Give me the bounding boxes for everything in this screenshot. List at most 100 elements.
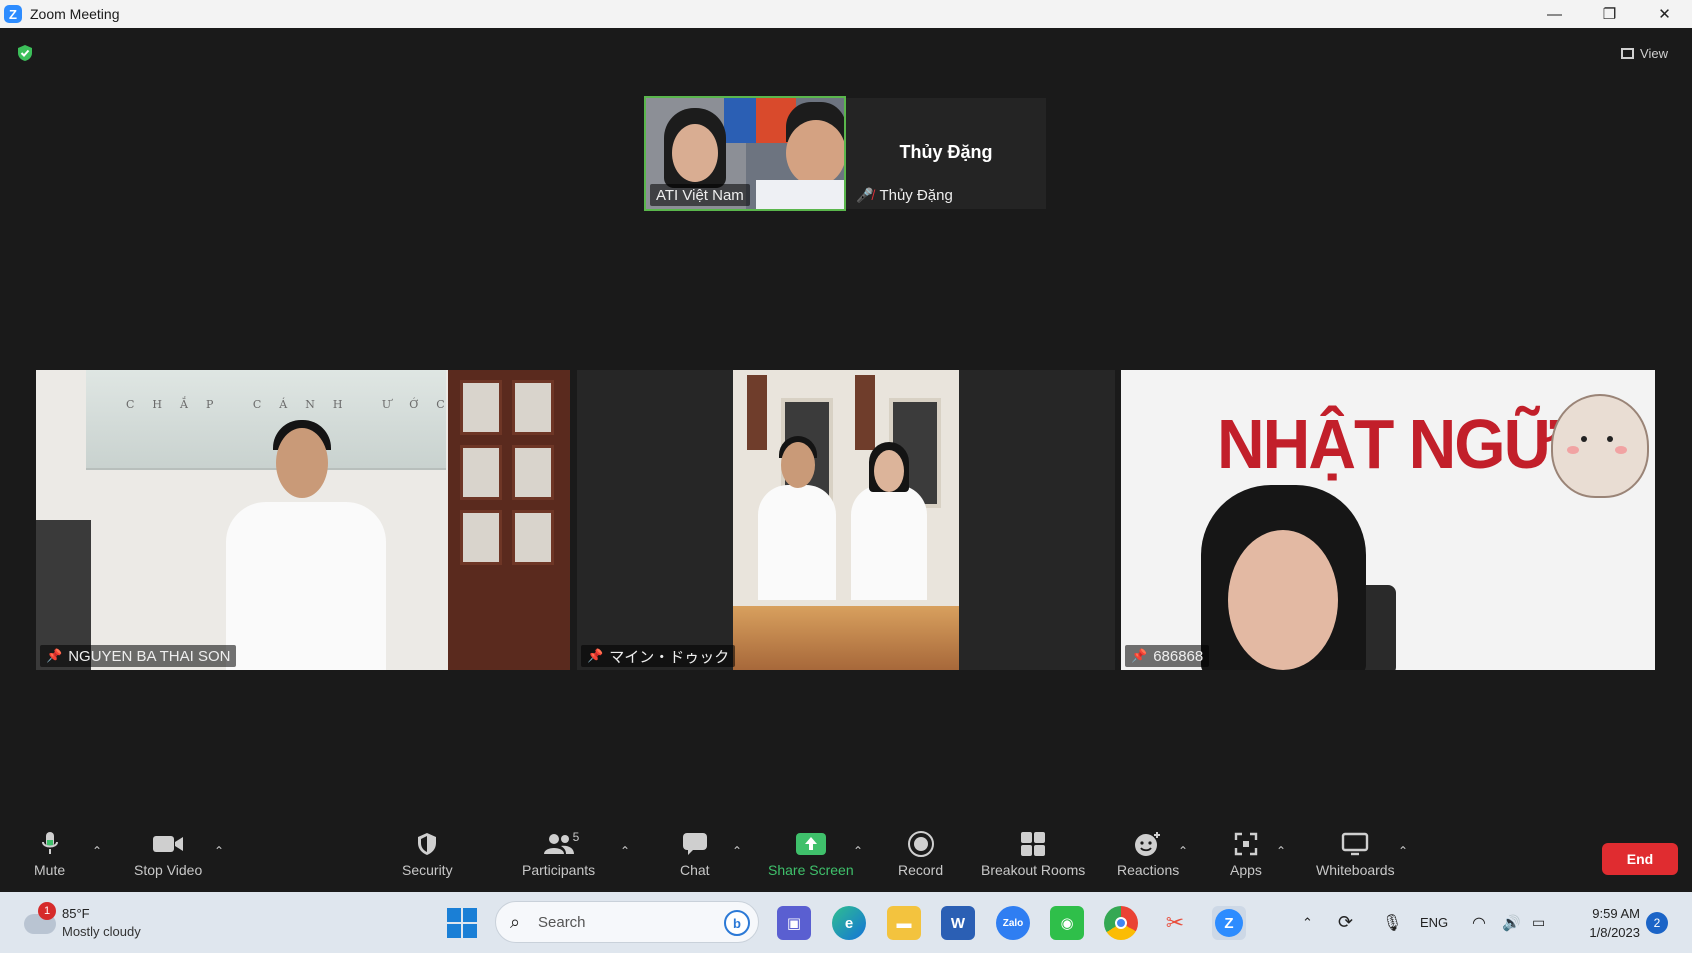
chat-button[interactable]: Chat bbox=[680, 830, 710, 884]
line-app-icon[interactable]: ◉ bbox=[1050, 906, 1084, 940]
bing-icon[interactable]: b bbox=[724, 910, 750, 936]
video-tile-main-duc[interactable]: 📌 マイン・ドゥック bbox=[577, 370, 1115, 670]
security-label: Security bbox=[402, 862, 453, 878]
participants-count: 5 bbox=[572, 830, 580, 844]
video-tile-686868[interactable]: NHẬT NGỮ 📌 686868 bbox=[1121, 370, 1655, 670]
mic-muted-icon: 🎤̸ bbox=[856, 186, 874, 203]
background-glass-sign bbox=[86, 370, 446, 470]
security-button[interactable]: Security bbox=[402, 830, 453, 884]
security-shield-icon bbox=[416, 830, 438, 858]
reactions-label: Reactions bbox=[1117, 862, 1180, 878]
participant-name: NGUYEN BA THAI SON bbox=[68, 647, 231, 665]
clock-date: 1/8/2023 bbox=[1589, 925, 1640, 940]
view-label: View bbox=[1640, 45, 1668, 61]
view-button[interactable]: View bbox=[1611, 40, 1678, 66]
participant-name: Thủy Đặng bbox=[879, 186, 953, 204]
participant-name-tag: 📌 686868 bbox=[1125, 645, 1210, 667]
participant-display-name: Thủy Đặng bbox=[899, 142, 993, 162]
wifi-icon[interactable]: ◠ bbox=[1472, 892, 1486, 953]
participant-name: マイン・ドゥック bbox=[609, 648, 730, 666]
participants-button[interactable]: 5 Participants bbox=[522, 830, 595, 884]
stop-video-button[interactable]: Stop Video bbox=[134, 830, 202, 884]
window-controls: — ❐ ✕ bbox=[1527, 0, 1692, 28]
share-screen-button[interactable]: Share Screen bbox=[768, 830, 854, 884]
window-title: Zoom Meeting bbox=[30, 6, 120, 22]
chrome-icon[interactable] bbox=[1104, 906, 1138, 940]
battery-icon[interactable]: ▭ bbox=[1532, 892, 1545, 953]
wall-scroll bbox=[855, 375, 875, 450]
edge-browser-icon[interactable]: e bbox=[832, 906, 866, 940]
video-options-caret-icon[interactable]: ⌃ bbox=[214, 844, 224, 858]
windows-start-icon[interactable] bbox=[447, 908, 477, 938]
wooden-table bbox=[733, 606, 959, 670]
person-shirt bbox=[226, 502, 386, 670]
participant-name-tag: 🎤̸ Thủy Đặng bbox=[850, 184, 959, 206]
end-meeting-button[interactable]: End bbox=[1602, 843, 1678, 875]
background-brand-text: NHẬT NGỮ bbox=[1217, 405, 1558, 483]
reactions-options-caret-icon[interactable]: ⌃ bbox=[1178, 844, 1188, 858]
sync-icon[interactable]: ⟳ bbox=[1338, 892, 1353, 953]
chat-options-caret-icon[interactable]: ⌃ bbox=[732, 844, 742, 858]
zoom-meeting-window: Z Zoom Meeting — ❐ ✕ View ATI Việt Nam T… bbox=[0, 0, 1692, 953]
zoom-taskbar-icon[interactable]: Z bbox=[1212, 906, 1246, 940]
breakout-rooms-button[interactable]: Breakout Rooms bbox=[981, 830, 1085, 884]
teams-chat-icon[interactable]: ▣ bbox=[777, 906, 811, 940]
mute-button[interactable]: Mute bbox=[34, 830, 65, 884]
wall-scroll bbox=[747, 375, 767, 450]
file-explorer-icon[interactable]: ▬ bbox=[887, 906, 921, 940]
windows-taskbar: 1 85°F Mostly cloudy ⌕ Search b ▣ e ▬ W … bbox=[0, 892, 1692, 953]
whiteboards-button[interactable]: Whiteboards bbox=[1316, 830, 1395, 884]
background-door bbox=[448, 370, 570, 670]
show-hidden-icons-caret-icon[interactable]: ⌃ bbox=[1302, 892, 1313, 953]
share-screen-label: Share Screen bbox=[768, 862, 854, 878]
video-thumbnail-thuy[interactable]: Thủy Đặng 🎤̸ Thủy Đặng bbox=[846, 98, 1046, 209]
audio-options-caret-icon[interactable]: ⌃ bbox=[92, 844, 102, 858]
chat-label: Chat bbox=[680, 862, 710, 878]
person-shirt bbox=[851, 485, 927, 600]
apps-button[interactable]: Apps bbox=[1230, 830, 1262, 884]
snipping-tool-icon[interactable]: ✂ bbox=[1158, 906, 1192, 940]
share-options-caret-icon[interactable]: ⌃ bbox=[853, 844, 863, 858]
person-head bbox=[874, 450, 904, 492]
chat-bubble-icon bbox=[682, 830, 708, 858]
system-clock[interactable]: 9:59 AM 1/8/2023 bbox=[1568, 904, 1640, 942]
restore-button[interactable]: ❐ bbox=[1582, 0, 1637, 28]
video-thumbnail-ati[interactable]: ATI Việt Nam bbox=[644, 96, 846, 211]
participants-options-caret-icon[interactable]: ⌃ bbox=[620, 844, 630, 858]
record-label: Record bbox=[898, 862, 944, 878]
share-screen-icon bbox=[795, 830, 827, 858]
pin-icon: 📌 bbox=[46, 648, 63, 663]
notification-badge[interactable]: 2 bbox=[1646, 912, 1668, 934]
participant-name: ATI Việt Nam bbox=[656, 186, 744, 204]
video-camera-icon bbox=[152, 830, 184, 858]
clock-time: 9:59 AM bbox=[1592, 906, 1640, 921]
participant-name-tag: 📌 マイン・ドゥック bbox=[581, 645, 736, 667]
zoom-logo-icon: Z bbox=[4, 5, 22, 23]
person-head bbox=[276, 428, 328, 498]
volume-icon[interactable]: 🔊 bbox=[1502, 892, 1521, 953]
meeting-toolbar: Mute ⌃ Stop Video ⌃ Security 5 Participa… bbox=[0, 820, 1692, 892]
video-feed bbox=[733, 370, 959, 670]
apps-options-caret-icon[interactable]: ⌃ bbox=[1276, 844, 1286, 858]
participants-label: Participants bbox=[522, 862, 596, 878]
input-language[interactable]: ENG bbox=[1420, 892, 1448, 953]
apps-icon bbox=[1234, 830, 1258, 858]
close-button[interactable]: ✕ bbox=[1637, 0, 1692, 28]
video-tile-nguyen-ba-thai-son[interactable]: CHẮP CÁNH ƯỚC MƠ 📌 NGUYEN BA THAI SON bbox=[36, 370, 570, 670]
microphone-tray-icon[interactable]: 🎙 bbox=[1382, 892, 1402, 953]
grid-view-icon bbox=[1621, 47, 1635, 59]
word-icon[interactable]: W bbox=[941, 906, 975, 940]
zalo-icon[interactable]: Zalo bbox=[996, 906, 1030, 940]
taskbar-search-box[interactable]: ⌕ Search b bbox=[495, 901, 759, 943]
weather-widget[interactable]: 1 85°F Mostly cloudy bbox=[24, 902, 174, 946]
encryption-shield-icon[interactable] bbox=[16, 44, 34, 62]
mute-label: Mute bbox=[34, 862, 66, 878]
bear-sticker-icon bbox=[1551, 394, 1649, 498]
pin-icon: 📌 bbox=[587, 648, 604, 663]
whiteboards-options-caret-icon[interactable]: ⌃ bbox=[1398, 844, 1408, 858]
person-shirt bbox=[758, 485, 836, 600]
pin-icon: 📌 bbox=[1131, 648, 1148, 663]
record-button[interactable]: Record bbox=[898, 830, 943, 884]
reactions-button[interactable]: Reactions bbox=[1117, 830, 1179, 884]
minimize-button[interactable]: — bbox=[1527, 0, 1582, 28]
